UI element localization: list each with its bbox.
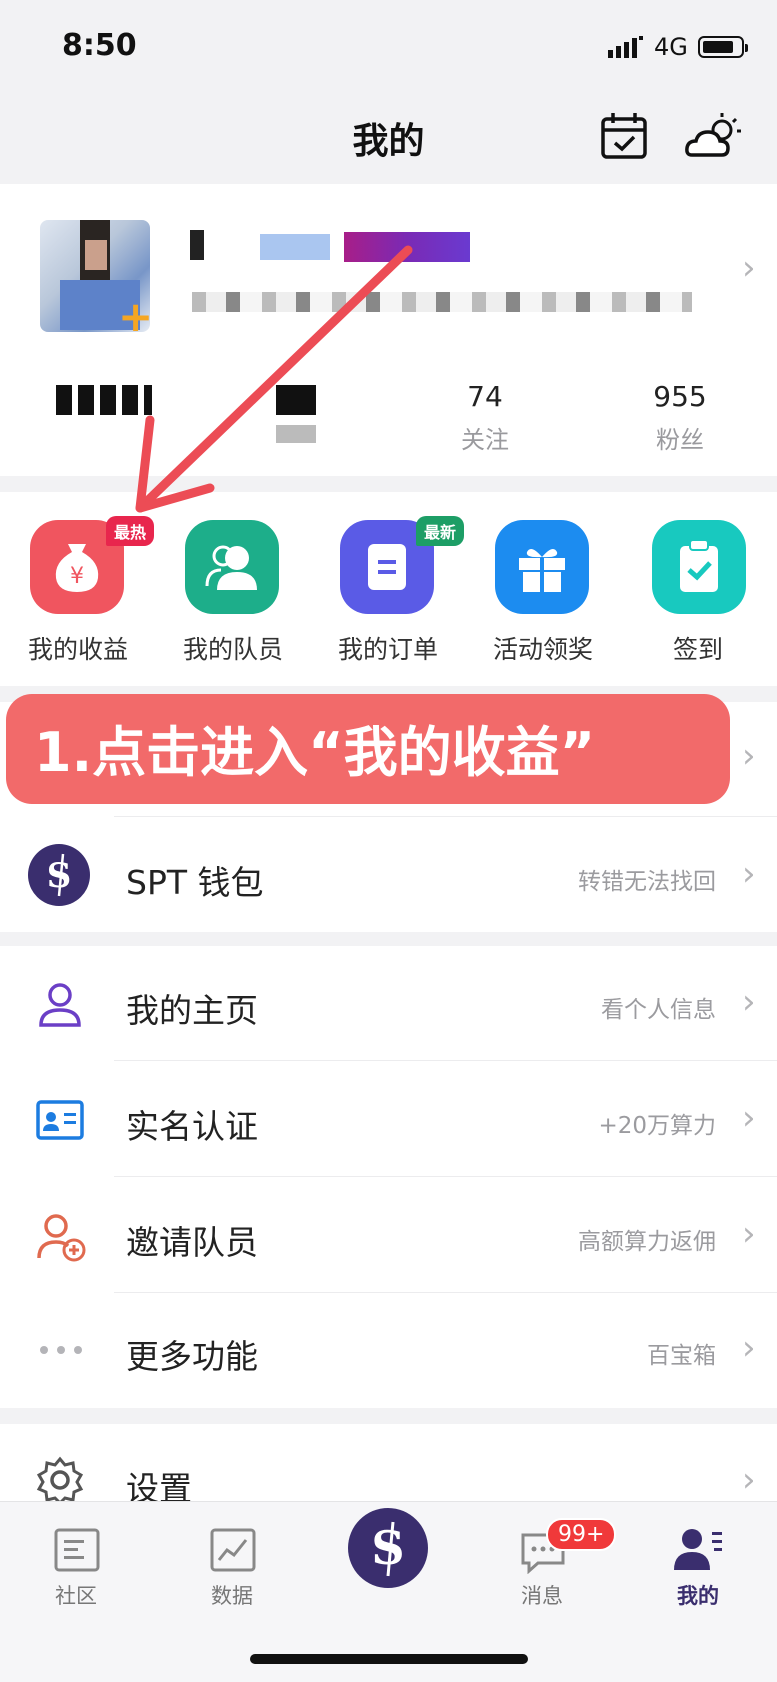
id-card-icon (36, 1100, 84, 1140)
profile-icon (674, 1529, 722, 1570)
spt-wallet-icon: S (28, 844, 90, 906)
chart-icon (210, 1528, 256, 1572)
menu-label: 实名认证 (126, 1107, 258, 1146)
tab-label: 社区 (55, 1584, 97, 1608)
chevron-right-icon: › (742, 854, 756, 894)
tab-label: 数据 (211, 1584, 253, 1608)
home-indicator (250, 1654, 528, 1664)
chevron-right-icon: › (742, 1098, 756, 1138)
menu-more-features[interactable]: 更多功能 百宝箱 › (0, 1292, 777, 1408)
invite-user-icon (37, 1214, 86, 1262)
menu-real-name-verification[interactable]: 实名认证 +20万算力 › (0, 1060, 777, 1176)
community-icon (54, 1528, 100, 1572)
tab-label: 我的 (677, 1584, 719, 1608)
gear-icon (36, 1456, 84, 1504)
tutorial-annotation-text: 1.点击进入“我的收益” (34, 721, 596, 784)
settings-row[interactable] (0, 1424, 777, 1504)
chevron-right-icon: › (742, 982, 756, 1022)
menu-hint: 高额算力返佣 (578, 1229, 716, 1255)
tab-mine[interactable]: 我的 (648, 1520, 748, 1620)
menu-label: 邀请队员 (126, 1223, 258, 1262)
menu-hint: +20万算力 (598, 1113, 716, 1139)
menu-label: 更多功能 (126, 1337, 258, 1376)
unread-badge: 99+ (546, 1518, 617, 1551)
tab-label: 消息 (521, 1584, 563, 1608)
menu-invite-members[interactable]: 邀请队员 高额算力返佣 › (0, 1176, 777, 1292)
menu-hint: 百宝箱 (647, 1343, 716, 1369)
wallet-hint: 转错无法找回 (578, 869, 716, 895)
annotation-arrow (135, 245, 413, 513)
menu-hint: 看个人信息 (601, 997, 716, 1023)
menu-label: 我的主页 (126, 991, 258, 1030)
tab-data[interactable]: 数据 (182, 1520, 282, 1620)
divider (114, 816, 777, 817)
chevron-right-icon: › (742, 1460, 756, 1500)
menu-my-homepage[interactable]: 我的主页 看个人信息 › (0, 946, 777, 1060)
wallet-label: SPT 钱包 (126, 863, 264, 902)
chevron-right-icon: › (742, 736, 756, 776)
tab-community[interactable]: 社区 (26, 1520, 126, 1620)
spt-logo-icon[interactable]: S (348, 1508, 428, 1588)
chevron-right-icon: › (742, 1328, 756, 1368)
chevron-right-icon: › (742, 1214, 756, 1254)
user-outline-icon (39, 983, 81, 1027)
more-dots-icon (40, 1346, 82, 1354)
